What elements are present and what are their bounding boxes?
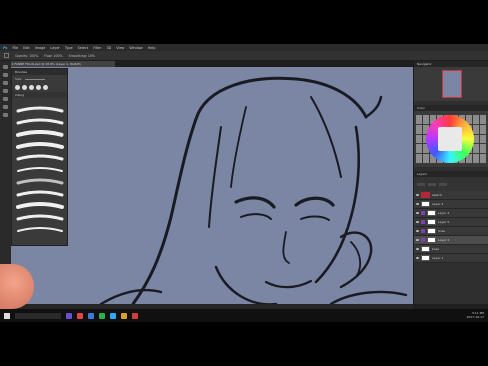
folder-icon	[421, 220, 425, 224]
brush-preset-icon[interactable]	[43, 85, 48, 90]
app-icon[interactable]	[66, 312, 72, 319]
eye-icon[interactable]	[416, 257, 419, 259]
right-panel-dock: Navigator Color Layers sketch Layer 3 La…	[413, 61, 488, 304]
menu-help[interactable]: Help	[148, 46, 156, 50]
eye-icon[interactable]	[416, 212, 419, 214]
toolbar	[0, 61, 11, 287]
layer-name: base	[432, 247, 440, 251]
menu-filter[interactable]: Filter	[93, 46, 101, 50]
color-panel	[414, 111, 488, 167]
brush-preset-icon[interactable]	[29, 85, 34, 90]
lock-icon[interactable]	[439, 182, 447, 186]
eye-icon[interactable]	[416, 248, 419, 250]
layer-thumbnail	[427, 210, 436, 216]
menu-layer[interactable]: Layer	[50, 46, 59, 50]
layer-row[interactable]: Layer 5	[414, 218, 488, 227]
color-wheel[interactable]	[426, 115, 474, 163]
app-icon[interactable]	[99, 312, 105, 319]
layer-name: Layer 4	[438, 211, 450, 215]
brush-folder[interactable]: Inking	[12, 92, 67, 98]
opacity-dropdown[interactable]	[428, 182, 436, 186]
menu-edit[interactable]: Edit	[23, 46, 30, 50]
drawing-canvas[interactable]	[11, 67, 413, 304]
photoshop-taskbar-icon[interactable]	[110, 312, 116, 319]
brush-preset-picker[interactable]	[4, 53, 9, 58]
layers-toolbar	[414, 177, 488, 191]
menu-file[interactable]: File	[12, 46, 18, 50]
layer-name: sketch	[432, 193, 442, 197]
brush-preset-icon[interactable]	[15, 85, 20, 90]
layer-row-selected[interactable]: Layer 2	[414, 236, 488, 245]
layer-thumbnail	[421, 246, 430, 252]
app-logo: Ps	[3, 45, 8, 50]
blend-mode-dropdown[interactable]	[417, 182, 425, 186]
folder-icon	[421, 229, 425, 233]
flow-field[interactable]: Flow: 100%	[44, 54, 62, 58]
menu-bar: Ps File Edit Image Layer Type Select Fil…	[0, 44, 488, 51]
layer-row[interactable]: Layer 1	[414, 254, 488, 263]
layer-name: lines	[438, 229, 445, 233]
options-bar: Opacity: 100% Flow: 100% Smoothing: 10%	[0, 51, 488, 60]
layer-thumbnail	[421, 201, 430, 207]
menu-select[interactable]: Select	[78, 46, 88, 50]
brush-size-label: Size:	[15, 77, 23, 81]
layer-thumbnail	[421, 192, 430, 198]
navigator-panel	[414, 67, 488, 101]
menu-view[interactable]: View	[116, 46, 124, 50]
layer-name: Layer 1	[432, 256, 444, 260]
layer-row[interactable]: Layer 3	[414, 200, 488, 209]
layer-row[interactable]: lines	[414, 227, 488, 236]
menu-type[interactable]: Type	[65, 46, 73, 50]
eye-icon[interactable]	[416, 203, 419, 205]
layer-row[interactable]: sketch	[414, 191, 488, 200]
brush-size-slider[interactable]	[25, 78, 46, 80]
recent-brushes	[12, 83, 67, 92]
layer-thumbnail	[427, 228, 436, 234]
hand-tool-icon[interactable]	[3, 105, 8, 109]
eye-icon[interactable]	[416, 230, 419, 232]
eraser-tool-icon[interactable]	[3, 97, 8, 101]
windows-taskbar: 3:11 PM 2017-10-17	[0, 309, 488, 322]
taskbar-search[interactable]	[15, 312, 61, 319]
eye-icon[interactable]	[416, 221, 419, 223]
opacity-field[interactable]: Opacity: 100%	[15, 54, 38, 58]
marquee-tool-icon[interactable]	[3, 73, 8, 77]
brushes-panel: Brushes Size: Inking	[11, 68, 68, 246]
app-icon[interactable]	[88, 312, 94, 319]
menu-image[interactable]: Image	[35, 46, 46, 50]
app-icon[interactable]	[77, 312, 83, 319]
clock-date: 2017-10-17	[466, 315, 484, 319]
zoom-tool-icon[interactable]	[3, 113, 8, 117]
windows-start-icon[interactable]	[4, 312, 10, 319]
navigator-thumbnail[interactable]	[442, 70, 462, 98]
layer-thumbnail	[427, 237, 436, 243]
brush-preset-icon[interactable]	[36, 85, 41, 90]
menu-window[interactable]: Window	[129, 46, 142, 50]
layer-name: Layer 3	[432, 202, 444, 206]
system-tray[interactable]: 3:11 PM 2017-10-17	[467, 311, 484, 319]
line-art	[99, 76, 408, 304]
folder-icon	[421, 238, 425, 242]
menu-3d[interactable]: 3D	[106, 46, 111, 50]
eye-icon[interactable]	[416, 194, 419, 196]
brush-preset-icon[interactable]	[22, 85, 27, 90]
app-icon[interactable]	[132, 312, 138, 319]
layer-name: Layer 2	[438, 238, 450, 242]
layer-thumbnail	[427, 219, 436, 225]
brush-stroke-list[interactable]	[15, 105, 65, 243]
layer-name: Layer 5	[438, 220, 450, 224]
folder-icon	[421, 211, 425, 215]
photoshop-window: Ps File Edit Image Layer Type Select Fil…	[0, 44, 488, 322]
layer-thumbnail	[421, 255, 430, 261]
move-tool-icon[interactable]	[3, 65, 8, 69]
layer-row[interactable]: Layer 4	[414, 209, 488, 218]
brush-size-row: Size:	[12, 75, 67, 83]
layer-row[interactable]: base	[414, 245, 488, 254]
smoothing-field[interactable]: Smoothing: 10%	[69, 54, 95, 58]
lasso-tool-icon[interactable]	[3, 81, 8, 85]
app-icon[interactable]	[121, 312, 127, 319]
eye-icon[interactable]	[416, 239, 419, 241]
brush-tool-icon[interactable]	[3, 89, 8, 93]
